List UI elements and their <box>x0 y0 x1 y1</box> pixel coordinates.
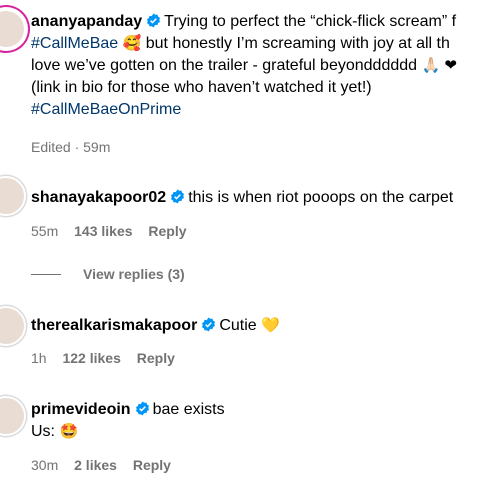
view-replies-row[interactable]: View replies (3) <box>31 265 185 283</box>
post-caption: ananyapanday Trying to perfect the “chick… <box>31 11 500 121</box>
comment-username[interactable]: therealkarismakapoor <box>31 317 197 334</box>
comment-username[interactable]: primevideoin <box>31 401 131 418</box>
hashtag-callmebae[interactable]: #CallMeBae <box>31 35 118 52</box>
reply-button[interactable]: Reply <box>133 457 171 473</box>
comment-body-line2: Us: <box>31 423 55 440</box>
commenter-avatar[interactable] <box>0 306 26 346</box>
comment-time: 55m <box>31 223 59 239</box>
reply-button[interactable]: Reply <box>148 223 186 239</box>
smiling-hearts-emoji: 🥰 <box>122 35 142 52</box>
likes-count[interactable]: 143 likes <box>74 223 132 239</box>
comment-meta: 55m 143 likes Reply <box>31 222 199 240</box>
praying-hands-emoji: 🙏🏻 ❤ <box>421 57 457 74</box>
comment-meta: 1h 122 likes Reply <box>31 349 187 367</box>
caption-line4: (link in bio for those who haven’t watch… <box>31 79 372 96</box>
comment-1: shanayakapoor02 this is when riot pooops … <box>31 187 500 209</box>
author-avatar[interactable] <box>0 9 26 49</box>
comment-body: bae exists <box>152 401 225 418</box>
likes-count[interactable]: 2 likes <box>74 457 117 473</box>
comments-screen: ananyapanday Trying to perfect the “chick… <box>0 0 500 500</box>
comment-username[interactable]: shanayakapoor02 <box>31 189 166 206</box>
caption-meta: Edited · 59m <box>31 138 122 156</box>
comment-time: 30m <box>31 457 59 473</box>
star-struck-emoji: 🤩 <box>59 423 79 440</box>
caption-line1: Trying to perfect the “chick-flick screa… <box>164 13 457 30</box>
caption-line3: love we’ve gotten on the trailer - grate… <box>31 57 418 74</box>
commenter-avatar[interactable] <box>0 176 26 216</box>
caption-username[interactable]: ananyapanday <box>31 13 142 30</box>
comment-body: Cutie <box>219 317 257 334</box>
verified-icon <box>147 13 161 28</box>
edited-time: Edited · 59m <box>31 139 111 155</box>
yellow-heart-emoji: 💛 <box>261 317 280 334</box>
verified-icon <box>135 401 149 416</box>
reply-button[interactable]: Reply <box>137 350 175 366</box>
likes-count[interactable]: 122 likes <box>62 350 120 366</box>
comment-3: primevideoin bae exists Us: 🤩 <box>31 399 500 443</box>
commenter-avatar[interactable] <box>0 396 26 436</box>
comment-time: 1h <box>31 350 47 366</box>
replies-divider <box>31 273 61 275</box>
hashtag-callmebaeonprime[interactable]: #CallMeBaeOnPrime <box>31 101 181 118</box>
caption-line2: but honestly I’m screaming with joy at a… <box>145 35 450 52</box>
verified-icon <box>202 317 216 332</box>
verified-icon <box>171 189 185 204</box>
comment-body: this is when riot pooops on the carpet <box>188 189 454 206</box>
comment-2: therealkarismakapoor Cutie 💛 <box>31 315 500 337</box>
view-replies-button[interactable]: View replies (3) <box>83 266 185 282</box>
comment-meta: 30m 2 likes Reply <box>31 456 183 474</box>
